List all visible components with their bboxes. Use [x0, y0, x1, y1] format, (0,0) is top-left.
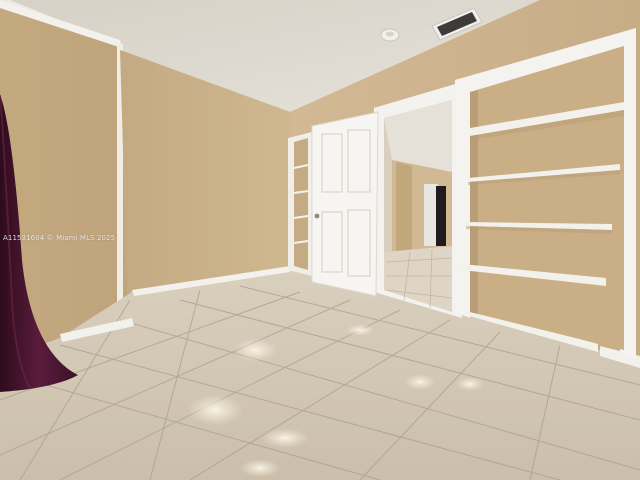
mls-watermark: A11531604 © Miami MLS 2025 — [3, 234, 116, 242]
room-photo: A11531604 © Miami MLS 2025 — [0, 0, 640, 480]
door-knob — [314, 213, 320, 219]
smoke-detector-icon — [380, 28, 400, 42]
small-shelf-niche — [288, 132, 312, 276]
built-in-shelves — [455, 28, 636, 360]
